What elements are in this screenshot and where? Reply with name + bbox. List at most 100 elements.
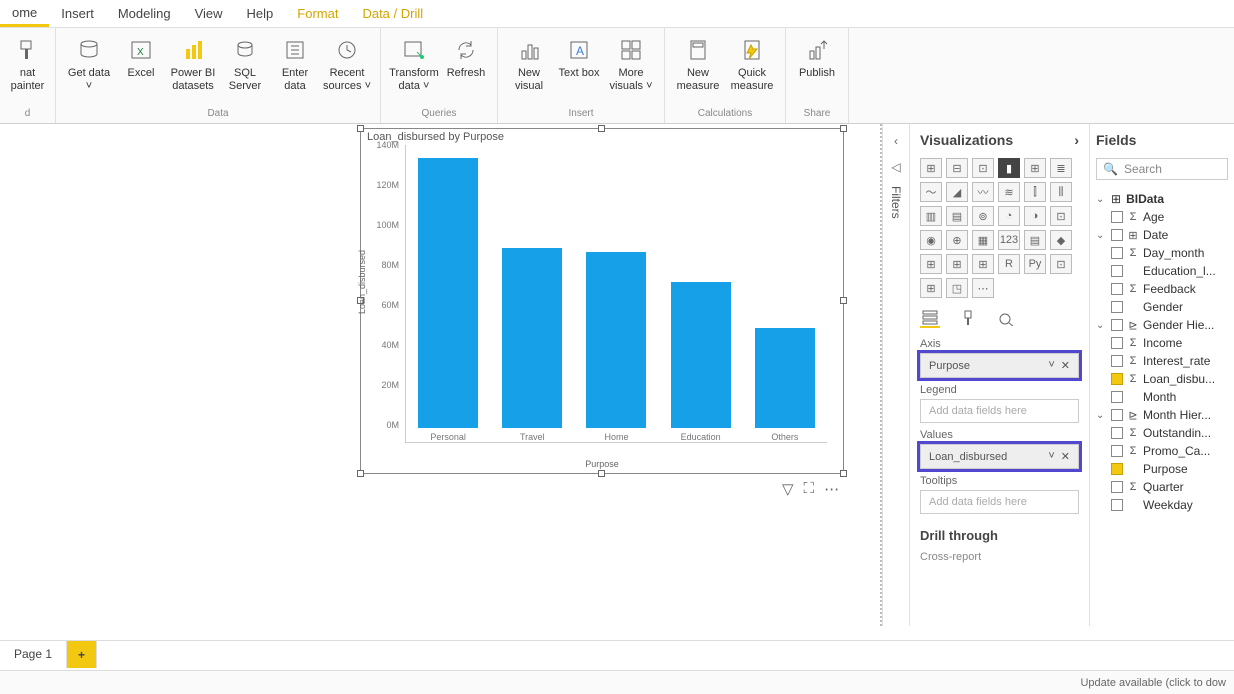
more-visuals-button[interactable]: More visuals ˅ (606, 32, 656, 92)
field-age[interactable]: ΣAge (1096, 208, 1228, 226)
tooltips-field-well[interactable]: Add data fields here (920, 490, 1079, 514)
viz-type-icon[interactable]: ⊞ (972, 254, 994, 274)
tab-data-drill[interactable]: Data / Drill (350, 2, 435, 25)
analytics-tab[interactable] (996, 308, 1016, 328)
field-promo[interactable]: ΣPromo_Ca... (1096, 442, 1228, 460)
viz-type-icon[interactable]: ⊞ (920, 158, 942, 178)
filters-pane-collapsed[interactable]: ‹ ◁ Filters (882, 124, 910, 626)
field-purpose[interactable]: Purpose (1096, 460, 1228, 478)
viz-type-icon[interactable]: ⊞ (946, 254, 968, 274)
viz-type-icon[interactable]: Py (1024, 254, 1046, 274)
field-weekday[interactable]: Weekday (1096, 496, 1228, 514)
viz-type-icon[interactable]: ▤ (946, 206, 968, 226)
field-checkbox[interactable] (1111, 229, 1123, 241)
collapse-icon[interactable]: ‹ (894, 134, 898, 148)
field-checkbox[interactable] (1111, 319, 1123, 331)
viz-type-icon[interactable]: ⊡ (972, 158, 994, 178)
viz-type-icon[interactable]: ≣ (1050, 158, 1072, 178)
fields-tab[interactable] (920, 308, 940, 328)
viz-type-icon[interactable]: ▤ (1024, 230, 1046, 250)
field-checkbox[interactable] (1111, 211, 1123, 223)
tab-modeling[interactable]: Modeling (106, 2, 183, 25)
viz-type-icon[interactable]: ⊕ (946, 230, 968, 250)
format-tab[interactable] (958, 308, 978, 328)
viz-type-icon[interactable]: ⊡ (1050, 254, 1072, 274)
enter-data-button[interactable]: Enter data (272, 32, 318, 92)
viz-type-icon[interactable]: ▮ (998, 158, 1020, 178)
field-feedback[interactable]: ΣFeedback (1096, 280, 1228, 298)
viz-type-icon[interactable]: ⊟ (946, 158, 968, 178)
values-field-well[interactable]: Loan_disbursed ˅✕ (920, 444, 1079, 469)
field-month_hier[interactable]: ⌄⊵Month Hier... (1096, 406, 1228, 424)
field-checkbox[interactable] (1111, 355, 1123, 367)
field-gender_hier[interactable]: ⌄⊵Gender Hie... (1096, 316, 1228, 334)
field-checkbox[interactable] (1111, 247, 1123, 259)
bar-travel[interactable] (502, 248, 562, 428)
viz-type-icon[interactable]: ▥ (920, 206, 942, 226)
viz-type-icon[interactable]: 123 (998, 230, 1020, 250)
eraser-icon[interactable]: ◁ (891, 160, 900, 174)
update-available-text[interactable]: Update available (click to dow (1080, 677, 1226, 689)
field-checkbox[interactable] (1111, 337, 1123, 349)
tab-format[interactable]: Format (285, 2, 350, 25)
viz-type-icon[interactable]: 〜 (920, 182, 942, 202)
more-options-icon[interactable]: ⋯ (824, 480, 839, 652)
bar-others[interactable] (755, 328, 815, 428)
expand-icon[interactable]: › (1074, 132, 1079, 148)
tab-home[interactable]: ome (0, 1, 49, 27)
field-gender[interactable]: Gender (1096, 298, 1228, 316)
viz-type-icon[interactable]: ⋯ (972, 278, 994, 298)
bar-personal[interactable] (418, 158, 478, 428)
refresh-button[interactable]: Refresh (443, 32, 489, 80)
new-measure-button[interactable]: New measure (673, 32, 723, 92)
axis-field-well[interactable]: Purpose ˅✕ (920, 353, 1079, 378)
get-data-button[interactable]: Get data ˅ (64, 32, 114, 92)
field-checkbox[interactable] (1111, 391, 1123, 403)
field-checkbox[interactable] (1111, 427, 1123, 439)
field-checkbox[interactable] (1111, 481, 1123, 493)
field-quarter[interactable]: ΣQuarter (1096, 478, 1228, 496)
text-box-button[interactable]: AText box (556, 32, 602, 80)
viz-type-icon[interactable]: ⫼ (1050, 182, 1072, 202)
filter-icon[interactable]: ▽ (782, 480, 794, 652)
viz-type-icon[interactable]: ≋ (998, 182, 1020, 202)
remove-field-icon[interactable]: ✕ (1061, 450, 1070, 463)
report-canvas[interactable]: Loan_disbursed by Purpose 0M20M40M60M80M… (0, 124, 882, 626)
remove-field-icon[interactable]: ✕ (1061, 359, 1070, 372)
sql-server-button[interactable]: SQL Server (222, 32, 268, 92)
fields-search-input[interactable]: 🔍 Search (1096, 158, 1228, 180)
pbi-datasets-button[interactable]: Power BI datasets (168, 32, 218, 92)
field-loan[interactable]: ΣLoan_disbu... (1096, 370, 1228, 388)
bar-education[interactable] (671, 282, 731, 428)
viz-type-icon[interactable]: ◑ (1024, 206, 1046, 226)
viz-type-icon[interactable]: ◳ (946, 278, 968, 298)
field-income[interactable]: ΣIncome (1096, 334, 1228, 352)
new-visual-button[interactable]: New visual (506, 32, 552, 92)
field-checkbox[interactable] (1111, 445, 1123, 457)
field-interest[interactable]: ΣInterest_rate (1096, 352, 1228, 370)
tab-view[interactable]: View (183, 2, 235, 25)
viz-type-icon[interactable]: R (998, 254, 1020, 274)
field-checkbox[interactable] (1111, 265, 1123, 277)
chevron-down-icon[interactable]: ˅ (1048, 450, 1054, 463)
add-page-button[interactable]: + (67, 641, 97, 668)
legend-field-well[interactable]: Add data fields here (920, 399, 1079, 423)
excel-button[interactable]: XExcel (118, 32, 164, 80)
publish-button[interactable]: Publish (794, 32, 840, 80)
field-checkbox[interactable] (1111, 463, 1123, 475)
field-checkbox[interactable] (1111, 301, 1123, 313)
field-checkbox[interactable] (1111, 283, 1123, 295)
viz-type-icon[interactable]: ◆ (1050, 230, 1072, 250)
viz-type-icon[interactable]: ⊞ (1024, 158, 1046, 178)
field-outstanding[interactable]: ΣOutstandin... (1096, 424, 1228, 442)
quick-measure-button[interactable]: Quick measure (727, 32, 777, 92)
viz-type-icon[interactable]: ⊞ (920, 278, 942, 298)
chevron-down-icon[interactable]: ˅ (1048, 359, 1054, 372)
page-tab-1[interactable]: Page 1 (0, 641, 67, 668)
tab-help[interactable]: Help (235, 2, 286, 25)
field-checkbox[interactable] (1111, 409, 1123, 421)
viz-type-icon[interactable]: 〰 (972, 182, 994, 202)
viz-type-icon[interactable]: ▦ (972, 230, 994, 250)
viz-type-icon[interactable]: ⫿ (1024, 182, 1046, 202)
viz-type-icon[interactable]: ◢ (946, 182, 968, 202)
